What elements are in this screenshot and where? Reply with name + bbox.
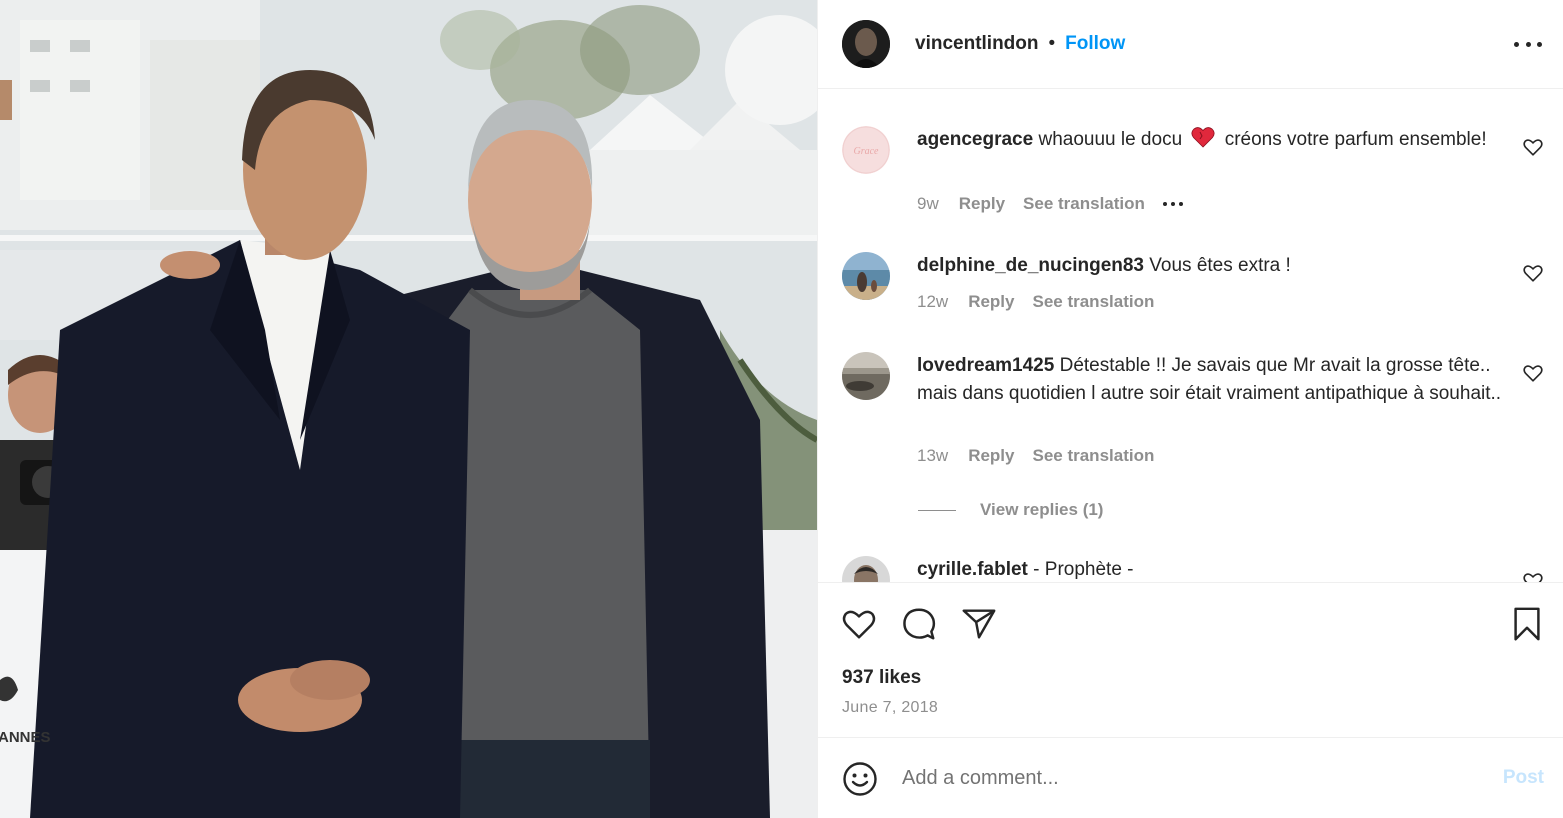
commenter-avatar[interactable] [842, 352, 890, 400]
post-date[interactable]: June 7, 2018 [842, 699, 938, 717]
see-translation-button[interactable]: See translation [1032, 292, 1154, 312]
smiley-icon[interactable] [842, 761, 878, 797]
add-comment-input[interactable] [902, 763, 1462, 793]
comment-options-icon[interactable] [1162, 202, 1183, 206]
see-translation-button[interactable]: See translation [1032, 446, 1154, 466]
like-heart-icon[interactable] [840, 605, 878, 643]
comment-username[interactable]: delphine_de_nucingen83 [917, 255, 1144, 276]
heart-outline-icon[interactable] [1522, 570, 1544, 582]
comment-content: Vous êtes extra ! [1149, 255, 1291, 276]
photo-illustration: ANNES [0, 0, 817, 818]
reply-button[interactable]: Reply [968, 446, 1014, 466]
comment-item: cyrille.fablet - Prophète - [842, 556, 1544, 582]
comment-text-before: whaouuu le docu [1038, 129, 1183, 150]
backdrop-text: ANNES [0, 729, 51, 746]
author-avatar[interactable] [842, 20, 890, 68]
author-username[interactable]: vincentlindon [915, 33, 1039, 55]
comments-list[interactable]: Grace agencegrace whaouuu le docu créons… [818, 90, 1563, 582]
header-separator: • [1048, 33, 1056, 54]
comment-meta: 13w Reply See translation [917, 446, 1172, 466]
heart-outline-icon[interactable] [1522, 362, 1544, 384]
follow-button[interactable]: Follow [1065, 33, 1125, 55]
heart-outline-icon[interactable] [1522, 136, 1544, 158]
comment-item: lovedream1425 Détestable !! Je savais qu… [842, 352, 1544, 522]
comment-username[interactable]: cyrille.fablet [917, 559, 1028, 580]
paper-plane-icon[interactable] [960, 605, 998, 643]
commenter-avatar[interactable]: Grace [842, 126, 890, 174]
likes-count[interactable]: 937 likes [842, 667, 921, 689]
comment-text: cyrille.fablet - Prophète - [917, 556, 1497, 582]
view-replies-button[interactable]: View replies (1) [918, 500, 1103, 520]
comment-text: agencegrace whaouuu le docu créons votre… [917, 126, 1497, 157]
comment-content: - Prophète - [1033, 559, 1134, 580]
avatar-logo-text: Grace [854, 146, 880, 157]
replies-divider [918, 509, 956, 511]
add-comment-bar: Post [818, 739, 1563, 818]
commenter-avatar[interactable] [842, 252, 890, 300]
reply-button[interactable]: Reply [968, 292, 1014, 312]
post-photo[interactable]: ANNES [0, 0, 817, 818]
comment-text: delphine_de_nucingen83 Vous êtes extra ! [917, 252, 1497, 280]
comment-meta: 9w Reply See translation [917, 194, 1183, 214]
heart-outline-icon[interactable] [1522, 262, 1544, 284]
see-translation-button[interactable]: See translation [1023, 194, 1145, 214]
more-horizontal-icon[interactable] [1514, 32, 1542, 56]
comment-text: lovedream1425 Détestable !! Je savais qu… [917, 352, 1507, 408]
comment-text-after: créons votre parfum ensemble! [1224, 129, 1487, 150]
bookmark-icon[interactable] [1508, 605, 1546, 643]
comment-item: delphine_de_nucingen83 Vous êtes extra !… [842, 252, 1544, 322]
post-details-panel: vincentlindon • Follow Grace agencegrace… [817, 0, 1563, 818]
comment-username[interactable]: agencegrace [917, 129, 1033, 150]
comment-item: Grace agencegrace whaouuu le docu créons… [842, 126, 1544, 226]
post-header: vincentlindon • Follow [818, 0, 1563, 89]
post-actions: 937 likes June 7, 2018 [818, 582, 1563, 738]
comment-bubble-icon[interactable] [900, 605, 938, 643]
heart-emoji-icon [1191, 126, 1215, 157]
comment-meta: 12w Reply See translation [917, 292, 1172, 312]
view-replies-label[interactable]: View replies (1) [980, 500, 1103, 520]
comment-username[interactable]: lovedream1425 [917, 355, 1054, 376]
comment-time[interactable]: 13w [917, 446, 948, 466]
commenter-avatar[interactable] [842, 556, 890, 582]
comment-time[interactable]: 12w [917, 292, 948, 312]
comment-time[interactable]: 9w [917, 194, 939, 214]
reply-button[interactable]: Reply [959, 194, 1005, 214]
post-comment-button[interactable]: Post [1503, 767, 1544, 789]
